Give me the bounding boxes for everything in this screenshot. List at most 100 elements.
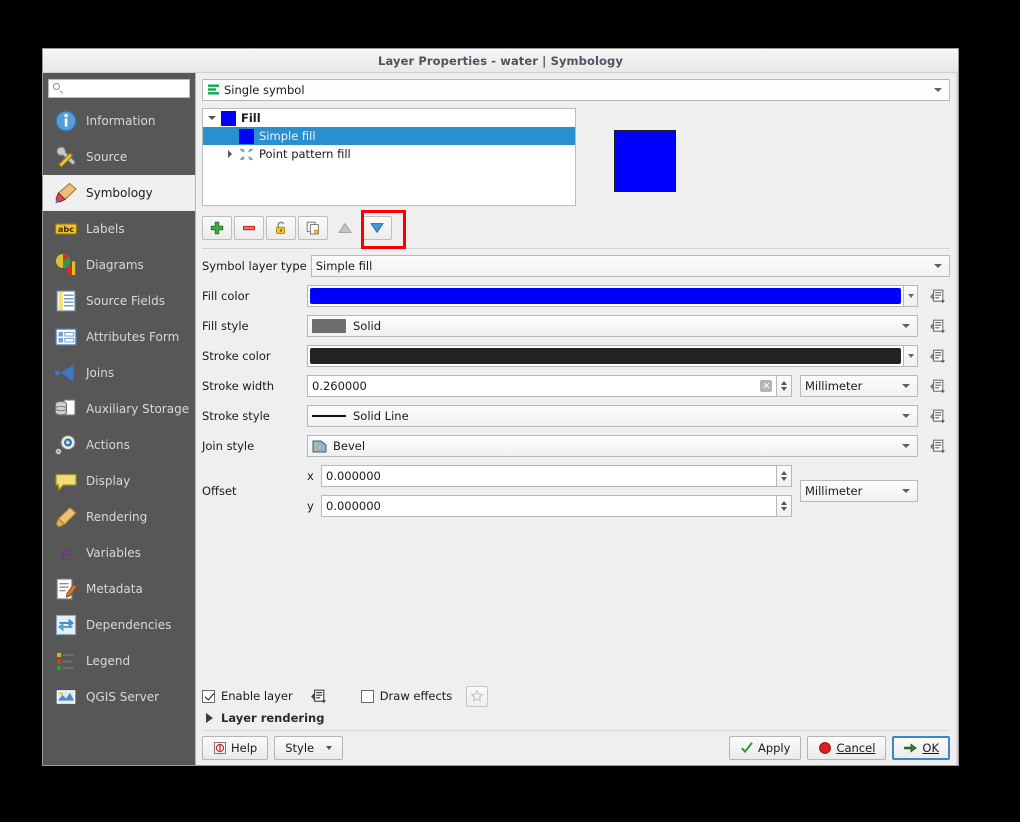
sidebar-item-qgis-server[interactable]: QGIS Server	[43, 679, 195, 715]
symbol-layer-properties-form: Symbol layer type Simple fill Fill color	[196, 249, 958, 680]
fill-color-button[interactable]	[307, 285, 903, 307]
check-icon	[740, 741, 754, 755]
renderer-type-label: Single symbol	[224, 83, 305, 97]
fill-swatch	[221, 111, 236, 126]
enable-layer-data-defined-override-button[interactable]	[307, 685, 331, 707]
move-down-button[interactable]	[362, 216, 392, 240]
draw-effects-settings-button[interactable]	[466, 686, 488, 707]
sidebar-item-label: Diagrams	[86, 258, 144, 272]
star-effects-icon	[470, 689, 484, 703]
enable-layer-checkbox[interactable]	[202, 690, 215, 703]
stroke-width-stepper[interactable]	[777, 375, 792, 397]
stepper-up-icon	[781, 501, 787, 505]
symbol-layer-type-combobox[interactable]: Simple fill	[311, 255, 950, 277]
remove-symbol-layer-button[interactable]	[234, 216, 264, 240]
duplicate-symbol-layer-button[interactable]	[298, 216, 328, 240]
symbol-tree-row[interactable]: Point pattern fill	[203, 145, 575, 163]
sidebar-item-label: Variables	[86, 546, 141, 560]
stroke-width-data-defined-override-button[interactable]	[926, 375, 950, 397]
offset-y-input[interactable]: 0.000000	[321, 495, 777, 517]
symbol-tree-row[interactable]: Simple fill	[203, 127, 575, 145]
chevron-right-icon	[206, 713, 213, 723]
svg-text:ε: ε	[61, 541, 71, 565]
sidebar-item-labels[interactable]: abcLabels	[43, 211, 195, 247]
search-input[interactable]	[67, 81, 185, 96]
layer-rendering-section[interactable]: Layer rendering	[202, 711, 950, 731]
qgis-server-icon	[53, 684, 79, 710]
sidebar-item-label: Labels	[86, 222, 125, 236]
stroke-color-label: Stroke color	[202, 349, 307, 363]
sidebar-item-diagrams[interactable]: Diagrams	[43, 247, 195, 283]
apply-button[interactable]: Apply	[729, 736, 801, 760]
draw-effects-checkbox[interactable]	[361, 690, 374, 703]
sidebar-item-symbology[interactable]: Symbology	[43, 175, 195, 211]
join-style-data-defined-override-button[interactable]	[926, 435, 950, 457]
symbol-layer-tree[interactable]: FillSimple fillPoint pattern fill	[202, 108, 576, 206]
sidebar-item-label: Information	[86, 114, 155, 128]
stroke-width-unit-value: Millimeter	[805, 379, 862, 393]
sidebar-item-variables[interactable]: ε Variables	[43, 535, 195, 571]
offset-x-stepper[interactable]	[777, 465, 792, 487]
fill-color-dropdown[interactable]	[903, 285, 918, 307]
chevron-down-icon	[902, 414, 910, 418]
join-style-label: Join style	[202, 439, 307, 453]
attributes-form-icon	[53, 324, 79, 350]
sidebar-item-source[interactable]: Source	[43, 139, 195, 175]
sidebar-item-actions[interactable]: Actions	[43, 427, 195, 463]
sidebar-item-display[interactable]: Display	[43, 463, 195, 499]
add-symbol-layer-button[interactable]	[202, 216, 232, 240]
join-style-combobox[interactable]: Bevel	[307, 435, 918, 457]
sidebar-item-rendering[interactable]: Rendering	[43, 499, 195, 535]
sidebar-item-auxiliary-storage[interactable]: Auxiliary Storage	[43, 391, 195, 427]
minus-icon	[241, 220, 257, 236]
variables-epsilon-icon: ε	[53, 540, 79, 566]
lock-layer-colors-button[interactable]	[266, 216, 296, 240]
fill-color-data-defined-override-button[interactable]	[926, 285, 950, 307]
cancel-button[interactable]: Cancel	[807, 736, 886, 760]
symbol-tree-row[interactable]: Fill	[203, 109, 575, 127]
stroke-color-data-defined-override-button[interactable]	[926, 345, 950, 367]
stroke-width-unit-combobox[interactable]: Millimeter	[800, 375, 918, 397]
info-icon	[53, 108, 79, 134]
ok-button[interactable]: OK	[892, 736, 950, 760]
padlock-icon	[273, 220, 289, 236]
renderer-type-combobox[interactable]: Single symbol	[202, 79, 950, 101]
search-box[interactable]	[48, 79, 190, 98]
data-defined-override-icon	[310, 688, 328, 705]
fill-style-value: Solid	[353, 319, 381, 333]
tree-expander-icon[interactable]	[221, 150, 239, 158]
stroke-width-value: 0.260000	[312, 379, 756, 393]
offset-x-input[interactable]: 0.000000	[321, 465, 777, 487]
sidebar-item-information[interactable]: Information	[43, 103, 195, 139]
offset-y-stepper[interactable]	[777, 495, 792, 517]
fill-style-combobox[interactable]: Solid	[307, 315, 918, 337]
sidebar-item-dependencies[interactable]: Dependencies	[43, 607, 195, 643]
clear-icon[interactable]	[760, 380, 772, 392]
stroke-color-dropdown[interactable]	[903, 345, 918, 367]
move-up-button[interactable]	[330, 216, 360, 240]
sidebar-item-metadata[interactable]: Metadata	[43, 571, 195, 607]
sidebar-item-legend[interactable]: Legend	[43, 643, 195, 679]
sidebar: Information SourceSymbologyabcLabels Diagr…	[43, 73, 196, 765]
fill-style-data-defined-override-button[interactable]	[926, 315, 950, 337]
source-fields-icon	[53, 288, 79, 314]
sidebar-item-label: Actions	[86, 438, 130, 452]
fill-color-row: Fill color	[202, 285, 950, 307]
help-button[interactable]: Help	[202, 736, 268, 760]
sidebar-item-source-fields[interactable]: Source Fields	[43, 283, 195, 319]
stroke-style-data-defined-override-button[interactable]	[926, 405, 950, 427]
offset-unit-combobox[interactable]: Millimeter	[800, 480, 918, 502]
tree-expander-icon[interactable]	[203, 116, 221, 120]
stepper-up-icon	[781, 381, 787, 385]
sidebar-item-joins[interactable]: Joins	[43, 355, 195, 391]
stroke-color-button[interactable]	[307, 345, 903, 367]
chevron-down-icon	[902, 489, 910, 493]
stroke-width-row: Stroke width 0.260000 Millimeter	[202, 375, 950, 397]
style-button[interactable]: Style	[274, 736, 343, 760]
sidebar-item-attributes-form[interactable]: Attributes Form	[43, 319, 195, 355]
stroke-style-combobox[interactable]: Solid Line	[307, 405, 918, 427]
panel-scroll-indicator[interactable]	[956, 73, 958, 765]
stroke-width-input[interactable]: 0.260000	[307, 375, 777, 397]
chevron-down-icon	[902, 324, 910, 328]
sidebar-item-label: Dependencies	[86, 618, 171, 632]
